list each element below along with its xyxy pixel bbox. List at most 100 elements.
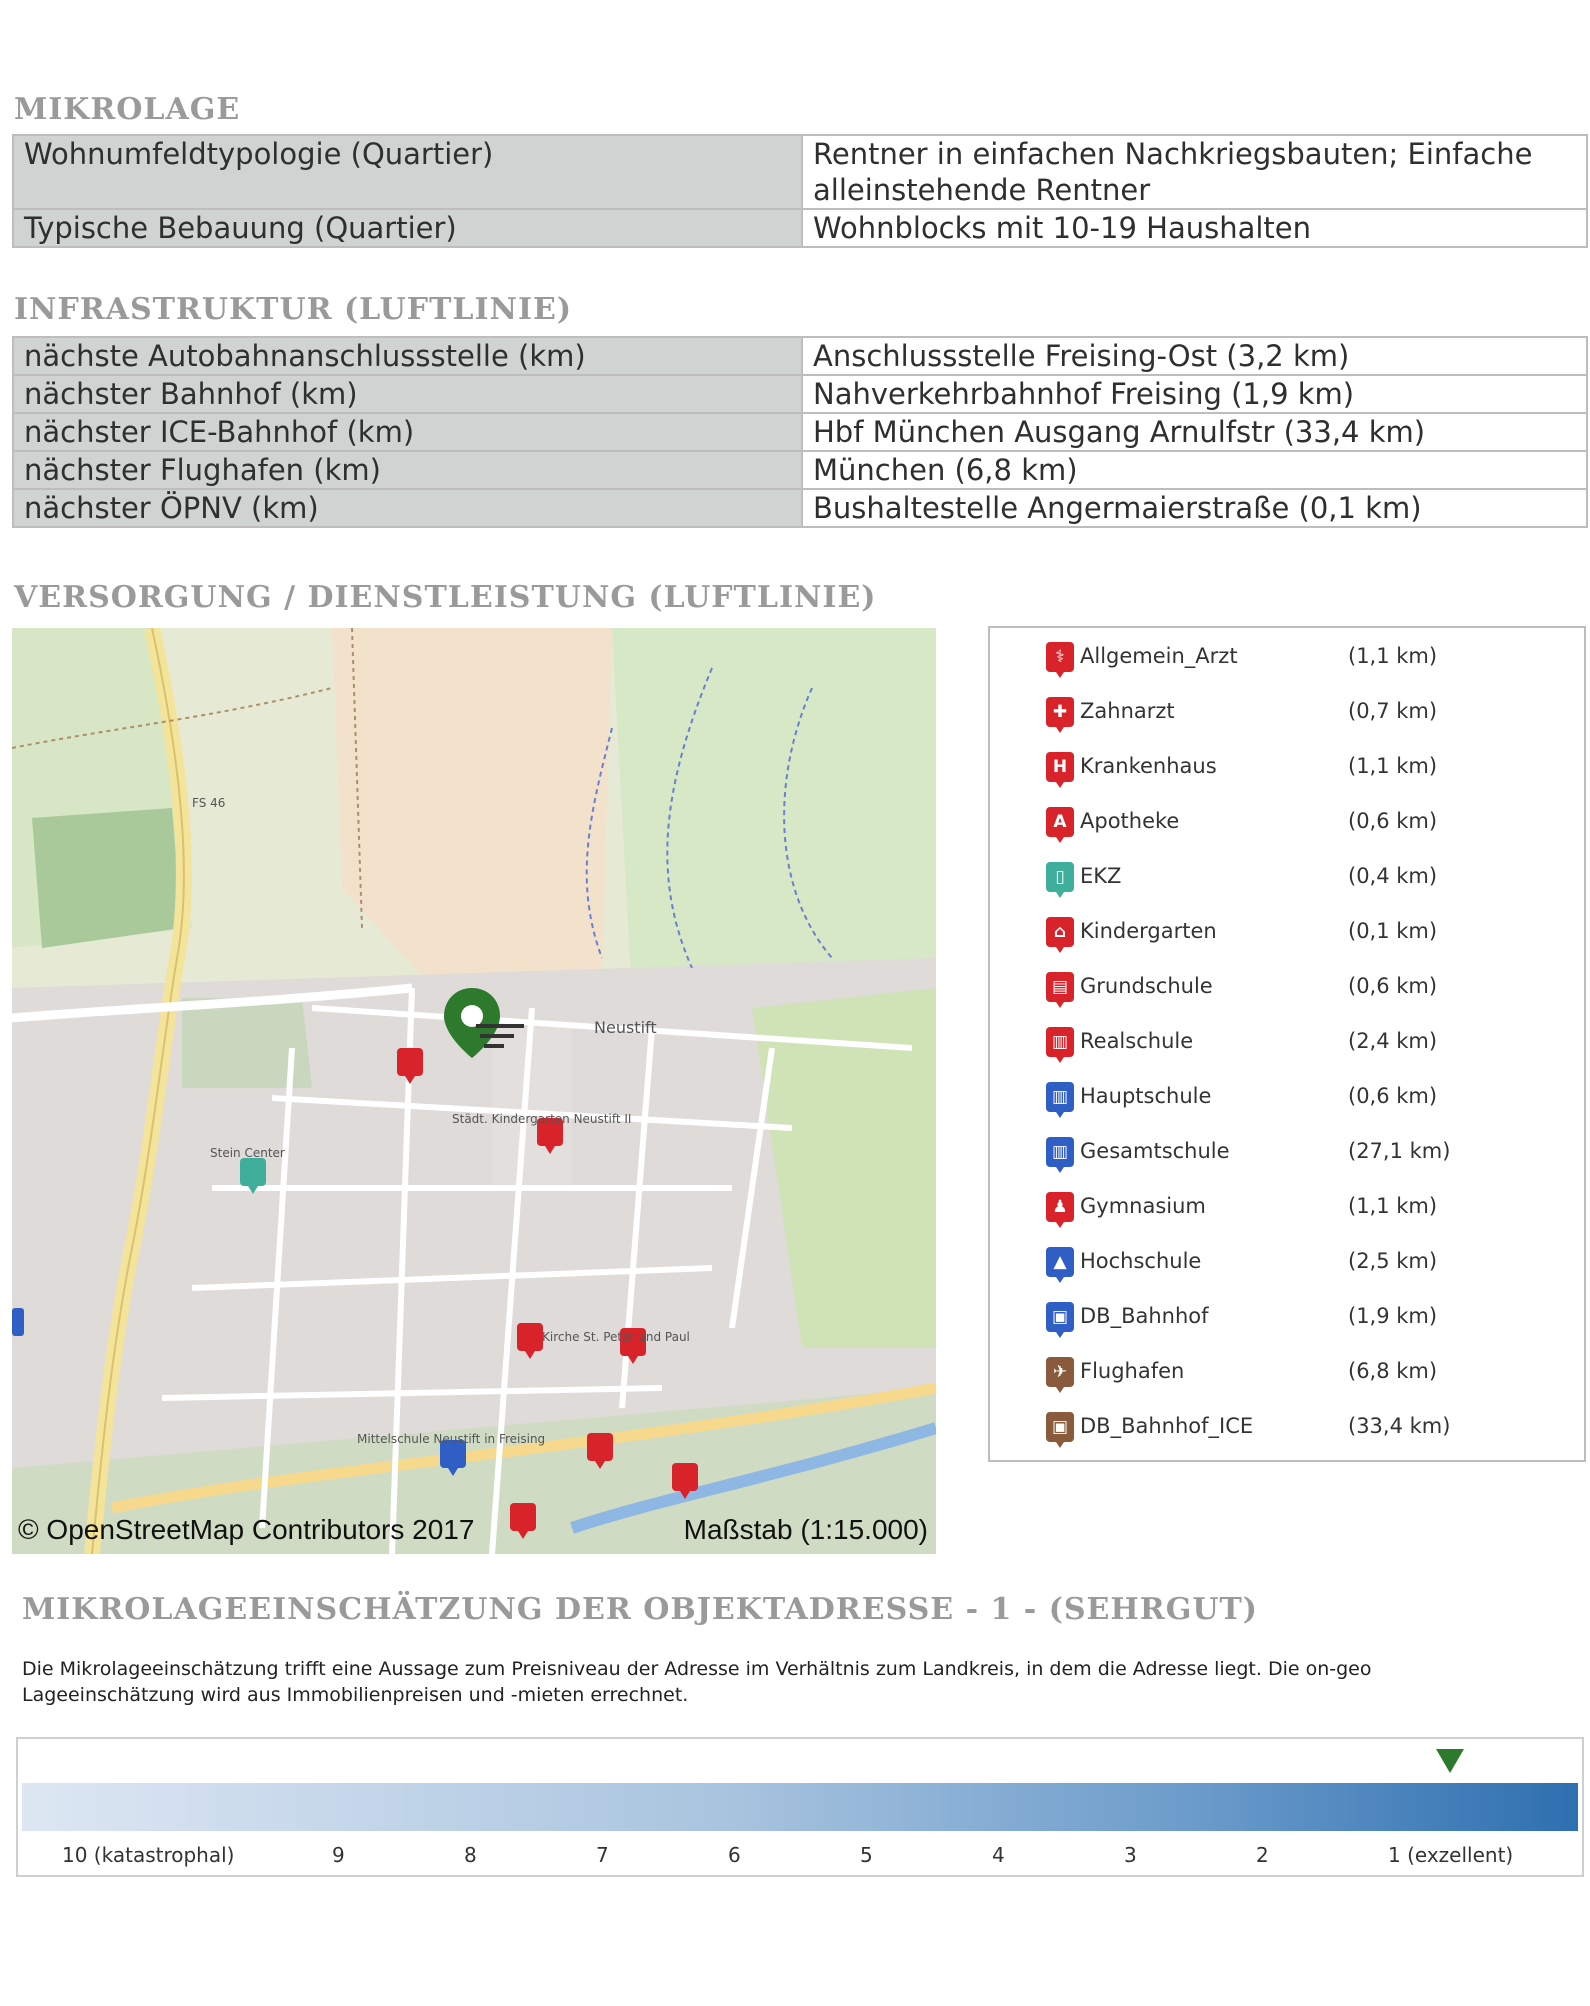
section-title-infrastruktur: INFRASTRUKTUR (LUFTLINIE) — [14, 292, 573, 327]
infrastruktur-table: nächste Autobahnanschlussstelle (km) Ans… — [12, 336, 1588, 528]
shopping-icon: ▯ — [1046, 862, 1074, 898]
legend-name: DB_Bahnhof — [1080, 1304, 1209, 1328]
rating-description: Die Mikrolageeinschätzung trifft eine Au… — [22, 1658, 1372, 1706]
row-value: Wohnblocks mit 10-19 Haushalten — [801, 208, 1588, 248]
rating-gradient-bar — [22, 1783, 1578, 1831]
legend-distance: (33,4 km) — [1348, 1414, 1451, 1438]
kindergarten-icon: ⌂ — [1046, 917, 1074, 953]
pharmacy-icon: A — [1046, 807, 1074, 843]
map-label-steincenter: Stein Center — [210, 1146, 285, 1160]
rating-marker-icon — [1436, 1749, 1464, 1773]
legend-distance: (0,4 km) — [1348, 864, 1438, 888]
legend-item: ⚕ Allgemein_Arzt (1,1 km) — [1046, 640, 1566, 680]
map-scale: Maßstab (1:15.000) — [683, 1514, 928, 1545]
row-value: Hbf München Ausgang Arnulfstr (33,4 km) — [801, 412, 1588, 452]
legend-item: ⌂ Kindergarten (0,1 km) — [1046, 915, 1566, 955]
legend-name: Kindergarten — [1080, 919, 1217, 943]
legend-name: Krankenhaus — [1080, 754, 1217, 778]
row-value: Bushaltestelle Angermaierstraße (0,1 km) — [801, 488, 1588, 528]
map[interactable]: Neustift Stein Center FS 46 Städt. Kinde… — [12, 628, 936, 1554]
legend-distance: (0,6 km) — [1348, 1084, 1438, 1108]
legend-distance: (6,8 km) — [1348, 1359, 1438, 1383]
legend-distance: (0,7 km) — [1348, 699, 1438, 723]
mikrolage-table: Wohnumfeldtypologie (Quartier) Rentner i… — [12, 134, 1588, 248]
legend-item: ▤ Grundschule (0,6 km) — [1046, 970, 1566, 1010]
main-school-icon: ▥ — [1046, 1082, 1074, 1118]
legend-distance: (1,1 km) — [1348, 754, 1438, 778]
table-row: Typische Bebauung (Quartier) Wohnblocks … — [12, 208, 1588, 248]
legend-distance: (2,5 km) — [1348, 1249, 1438, 1273]
row-key: Typische Bebauung (Quartier) — [12, 208, 803, 248]
airport-icon: ✈ — [1046, 1357, 1074, 1393]
row-key: nächster Flughafen (km) — [12, 450, 803, 490]
legend-item: H Krankenhaus (1,1 km) — [1046, 750, 1566, 790]
table-row: nächster Bahnhof (km) Nahverkehrbahnhof … — [12, 374, 1588, 414]
legend-name: Gymnasium — [1080, 1194, 1206, 1218]
legend-distance: (0,1 km) — [1348, 919, 1438, 943]
legend-name: Realschule — [1080, 1029, 1194, 1053]
legend-name: Hauptschule — [1080, 1084, 1212, 1108]
row-key: nächster ÖPNV (km) — [12, 488, 803, 528]
legend-name: Apotheke — [1080, 809, 1180, 833]
legend-item: ▥ Gesamtschule (27,1 km) — [1046, 1135, 1566, 1175]
scale-label: 10 (katastrophal) — [62, 1843, 235, 1867]
legend-item: ▣ DB_Bahnhof (1,9 km) — [1046, 1300, 1566, 1340]
legend-name: Grundschule — [1080, 974, 1213, 998]
university-icon: ▲ — [1046, 1247, 1074, 1283]
map-label-mittelschule: Mittelschule Neustift in Freising — [357, 1432, 546, 1446]
legend-item: ♟ Gymnasium (1,1 km) — [1046, 1190, 1566, 1230]
legend-name: Hochschule — [1080, 1249, 1202, 1273]
legend-item: ▥ Hauptschule (0,6 km) — [1046, 1080, 1566, 1120]
row-key: Wohnumfeldtypologie (Quartier) — [12, 134, 803, 210]
legend-distance: (1,9 km) — [1348, 1304, 1438, 1328]
train-icon: ▣ — [1046, 1302, 1074, 1338]
table-row: Wohnumfeldtypologie (Quartier) Rentner i… — [12, 134, 1588, 210]
legend-name: Gesamtschule — [1080, 1139, 1230, 1163]
secondary-school-icon: ▥ — [1046, 1027, 1074, 1063]
scale-label: 1 (exzellent) — [1388, 1843, 1514, 1867]
row-value: Anschlussstelle Freising-Ost (3,2 km) — [801, 336, 1588, 376]
section-title-mikrolage: MIKROLAGE — [14, 92, 241, 127]
legend-distance: (1,1 km) — [1348, 1194, 1438, 1218]
comprehensive-school-icon: ▥ — [1046, 1137, 1074, 1173]
legend-item: ✈ Flughafen (6,8 km) — [1046, 1355, 1566, 1395]
legend-item: ▣ DB_Bahnhof_ICE (33,4 km) — [1046, 1410, 1566, 1450]
legend-item: ▲ Hochschule (2,5 km) — [1046, 1245, 1566, 1285]
row-value: Nahverkehrbahnhof Freising (1,9 km) — [801, 374, 1588, 414]
row-value: Rentner in einfachen Nachkriegsbauten; E… — [801, 134, 1588, 210]
rating-scale: 10 (katastrophal) 9 8 7 6 5 4 3 2 1 (exz… — [16, 1737, 1584, 1877]
scale-label: 5 — [860, 1843, 873, 1867]
ice-train-icon: ▣ — [1046, 1412, 1074, 1448]
section-title-einschaetzung: MIKROLAGEEINSCHÄTZUNG DER OBJEKTADRESSE … — [22, 1592, 1259, 1627]
table-row: nächster ICE-Bahnhof (km) Hbf München Au… — [12, 412, 1588, 452]
hospital-icon: H — [1046, 752, 1074, 788]
map-canvas — [12, 628, 936, 1554]
map-label-fs46: FS 46 — [192, 796, 226, 810]
legend-distance: (0,6 km) — [1348, 809, 1438, 833]
poi-legend: ⚕ Allgemein_Arzt (1,1 km) ✚ Zahnarzt (0,… — [988, 626, 1586, 1462]
legend-item: ▥ Realschule (2,4 km) — [1046, 1025, 1566, 1065]
legend-name: Zahnarzt — [1080, 699, 1175, 723]
gymnasium-icon: ♟ — [1046, 1192, 1074, 1228]
scale-label: 4 — [992, 1843, 1005, 1867]
table-row: nächster Flughafen (km) München (6,8 km) — [12, 450, 1588, 490]
doctor-icon: ⚕ — [1046, 642, 1074, 678]
map-label-kindergarten: Städt. Kindergarten Neustift II — [452, 1112, 632, 1126]
map-attribution: © OpenStreetMap Contributors 2017 — [18, 1514, 475, 1545]
row-value: München (6,8 km) — [801, 450, 1588, 490]
legend-distance: (1,1 km) — [1348, 644, 1438, 668]
legend-distance: (2,4 km) — [1348, 1029, 1438, 1053]
legend-item: ✚ Zahnarzt (0,7 km) — [1046, 695, 1566, 735]
table-row: nächste Autobahnanschlussstelle (km) Ans… — [12, 336, 1588, 376]
legend-name: DB_Bahnhof_ICE — [1080, 1414, 1254, 1438]
legend-name: Allgemein_Arzt — [1080, 644, 1238, 668]
table-row: nächster ÖPNV (km) Bushaltestelle Angerm… — [12, 488, 1588, 528]
legend-item: A Apotheke (0,6 km) — [1046, 805, 1566, 845]
row-key: nächste Autobahnanschlussstelle (km) — [12, 336, 803, 376]
legend-item: ▯ EKZ (0,4 km) — [1046, 860, 1566, 900]
row-key: nächster Bahnhof (km) — [12, 374, 803, 414]
scale-label: 2 — [1256, 1843, 1269, 1867]
legend-distance: (27,1 km) — [1348, 1139, 1451, 1163]
scale-label: 7 — [596, 1843, 609, 1867]
scale-label: 9 — [332, 1843, 345, 1867]
